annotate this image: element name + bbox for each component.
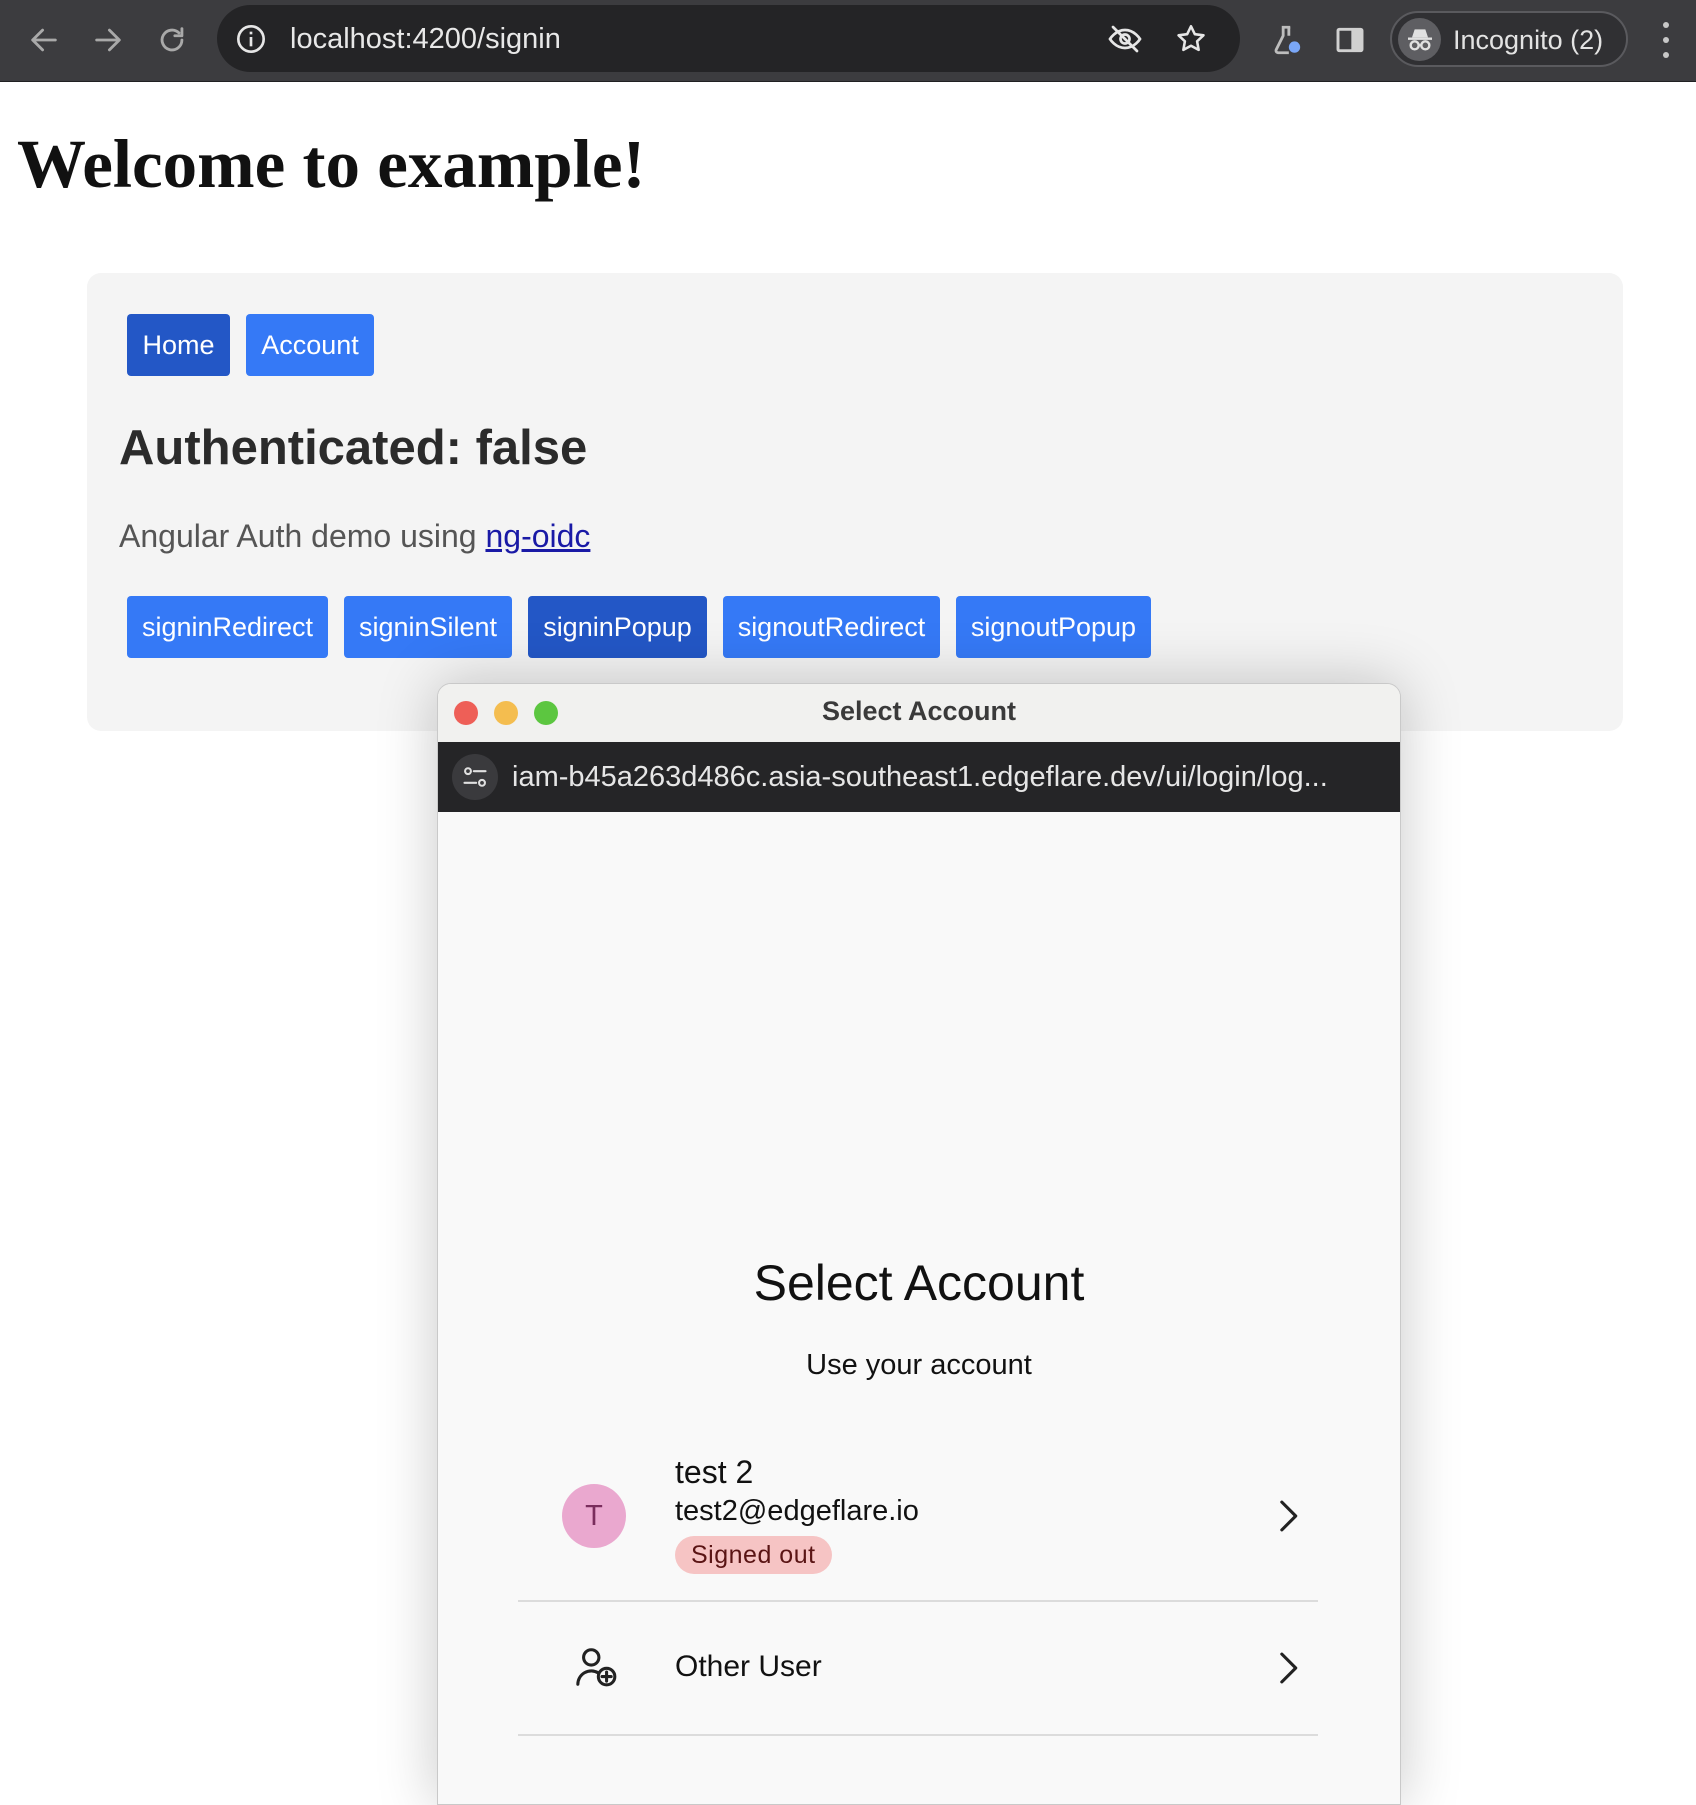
incognito-icon xyxy=(1398,18,1441,61)
incognito-profile-button[interactable]: Incognito (2) xyxy=(1390,11,1628,67)
add-user-icon xyxy=(574,1644,620,1690)
account-button[interactable]: Account xyxy=(246,314,374,376)
select-account-popup: Select Account iam-b45a263d486c.asia-sou… xyxy=(437,683,1401,1805)
demo-description: Angular Auth demo using ng-oidc xyxy=(119,518,590,555)
incognito-label: Incognito (2) xyxy=(1453,25,1604,55)
demo-prefix: Angular Auth demo using xyxy=(119,518,477,554)
forward-arrow-icon[interactable] xyxy=(86,18,130,62)
ng-oidc-link[interactable]: ng-oidc xyxy=(485,518,590,554)
auth-status: Authenticated: false xyxy=(119,421,588,475)
browser-toolbar: localhost:4200/signin Incognito (2) xyxy=(0,0,1696,82)
address-bar-url[interactable]: localhost:4200/signin xyxy=(290,23,561,56)
popup-url: iam-b45a263d486c.asia-southeast1.edgefla… xyxy=(512,761,1328,793)
status-badge: Signed out xyxy=(675,1536,832,1574)
reload-icon[interactable] xyxy=(150,18,194,62)
chevron-right-icon xyxy=(1275,1498,1301,1534)
popup-titlebar: Select Account xyxy=(438,684,1400,742)
star-icon[interactable] xyxy=(1173,21,1209,57)
account-email: test2@edgeflare.io xyxy=(675,1495,919,1527)
side-panel-icon[interactable] xyxy=(1328,18,1372,62)
back-arrow-icon[interactable] xyxy=(22,18,66,62)
site-settings-icon[interactable] xyxy=(452,754,498,800)
eye-off-icon[interactable] xyxy=(1107,21,1143,57)
address-bar[interactable]: localhost:4200/signin xyxy=(217,5,1240,72)
account-list-item[interactable]: T test 2 test2@edgeflare.io Signed out xyxy=(518,1434,1318,1602)
home-button[interactable]: Home xyxy=(127,314,230,376)
signin-popup-button[interactable]: signinPopup xyxy=(528,596,707,658)
other-user-label: Other User xyxy=(675,1650,822,1683)
site-info-icon[interactable] xyxy=(233,21,269,57)
popup-url-bar: iam-b45a263d486c.asia-southeast1.edgefla… xyxy=(438,742,1400,812)
signout-redirect-button[interactable]: signoutRedirect xyxy=(723,596,940,658)
account-name: test 2 xyxy=(675,1454,754,1490)
signout-popup-button[interactable]: signoutPopup xyxy=(956,596,1151,658)
more-vert-icon[interactable] xyxy=(1652,22,1680,58)
signin-silent-button[interactable]: signinSilent xyxy=(344,596,512,658)
select-account-heading: Select Account xyxy=(753,1255,1085,1311)
page-title: Welcome to example! xyxy=(17,126,646,202)
popup-window-title: Select Account xyxy=(821,696,1017,726)
signin-redirect-button[interactable]: signinRedirect xyxy=(127,596,328,658)
chevron-right-icon xyxy=(1275,1650,1301,1686)
avatar: T xyxy=(562,1484,626,1548)
select-account-subheading: Use your account xyxy=(806,1349,1032,1381)
labs-flask-icon[interactable] xyxy=(1264,18,1308,62)
other-user-item[interactable]: Other User xyxy=(518,1602,1318,1736)
